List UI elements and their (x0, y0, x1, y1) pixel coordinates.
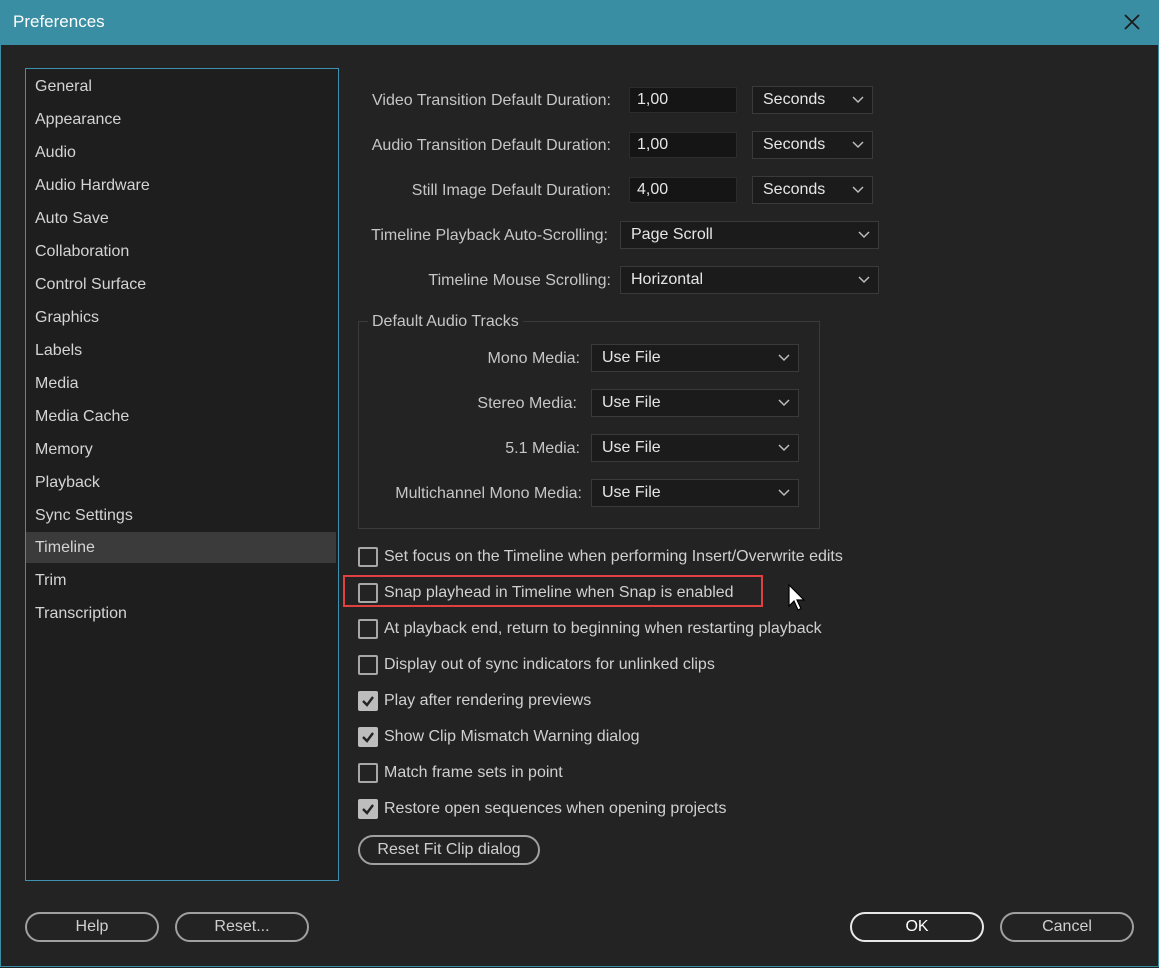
sidebar-item-collaboration[interactable]: Collaboration (26, 236, 336, 267)
chevron-down-icon (858, 276, 870, 284)
window-title: Preferences (13, 12, 105, 31)
checkbox-label: Match frame sets in point (384, 764, 563, 781)
sidebar-item-timeline[interactable]: Timeline (26, 532, 336, 563)
audio-transition-duration-field[interactable]: 1,00 (629, 132, 737, 158)
chevron-down-icon (778, 444, 790, 452)
video-transition-unit-dropdown[interactable]: Seconds (752, 86, 873, 114)
still-image-unit-dropdown[interactable]: Seconds (752, 176, 873, 204)
chevron-down-icon (778, 354, 790, 362)
sidebar-item-media[interactable]: Media (26, 368, 336, 399)
ok-button[interactable]: OK (850, 912, 984, 942)
still-image-duration-field[interactable]: 4,00 (629, 177, 737, 203)
video-transition-duration-field[interactable]: 1,00 (629, 87, 737, 113)
still-image-duration-label: Still Image Default Duration: (411, 182, 611, 199)
playback-auto-scrolling-dropdown[interactable]: Page Scroll (620, 221, 879, 249)
mono-media-label: Mono Media: (487, 350, 581, 367)
video-transition-duration-label: Video Transition Default Duration: (372, 92, 611, 109)
preferences-category-list: General Appearance Audio Audio Hardware … (25, 68, 339, 881)
chevron-down-icon (858, 231, 870, 239)
stereo-media-value: Use File (602, 394, 661, 411)
checkmark-icon (362, 732, 374, 743)
reset-button[interactable]: Reset... (175, 912, 309, 942)
multichannel-mono-media-dropdown[interactable]: Use File (591, 479, 799, 507)
sidebar-item-playback[interactable]: Playback (26, 467, 336, 498)
highlight-box (343, 575, 763, 607)
checkbox-label: Show Clip Mismatch Warning dialog (384, 728, 640, 745)
playback-auto-scrolling-value: Page Scroll (631, 226, 713, 243)
help-button[interactable]: Help (25, 912, 159, 942)
sidebar-item-trim[interactable]: Trim (26, 565, 336, 596)
sidebar-item-appearance[interactable]: Appearance (26, 104, 336, 135)
audio-transition-duration-label: Audio Transition Default Duration: (371, 137, 611, 154)
checkbox-match-frame[interactable] (358, 763, 378, 783)
five-one-media-value: Use File (602, 439, 661, 456)
sidebar-item-labels[interactable]: Labels (26, 335, 336, 366)
video-transition-unit-value: Seconds (763, 91, 826, 108)
checkmark-icon (362, 696, 374, 707)
audio-transition-unit-value: Seconds (763, 136, 826, 153)
reset-fit-clip-dialog-button[interactable]: Reset Fit Clip dialog (358, 835, 540, 865)
checkbox-out-of-sync[interactable] (358, 655, 378, 675)
close-icon[interactable] (1119, 9, 1145, 35)
sidebar-item-memory[interactable]: Memory (26, 434, 336, 465)
stereo-media-label: Stereo Media: (477, 395, 577, 412)
mouse-scrolling-dropdown[interactable]: Horizontal (620, 266, 879, 294)
checkbox-label: Set focus on the Timeline when performin… (384, 548, 843, 565)
checkbox-label: Display out of sync indicators for unlin… (384, 656, 715, 673)
chevron-down-icon (852, 96, 864, 104)
mouse-scrolling-label: Timeline Mouse Scrolling: (428, 272, 611, 289)
sidebar-item-transcription[interactable]: Transcription (26, 598, 336, 629)
playback-auto-scrolling-label: Timeline Playback Auto-Scrolling: (371, 227, 608, 244)
title-bar: Preferences (0, 0, 1159, 45)
checkbox-playback-end[interactable] (358, 619, 378, 639)
checkbox-clip-mismatch[interactable] (358, 727, 378, 747)
multichannel-mono-media-value: Use File (602, 484, 661, 501)
audio-transition-unit-dropdown[interactable]: Seconds (752, 131, 873, 159)
checkbox-label: Play after rendering previews (384, 692, 592, 709)
checkbox-play-after-rendering[interactable] (358, 691, 378, 711)
sidebar-item-audio[interactable]: Audio (26, 137, 336, 168)
mouse-cursor-icon (788, 584, 806, 611)
five-one-media-label: 5.1 Media: (505, 440, 580, 457)
chevron-down-icon (778, 399, 790, 407)
sidebar-item-auto-save[interactable]: Auto Save (26, 203, 336, 234)
checkbox-label: At playback end, return to beginning whe… (384, 620, 822, 637)
stereo-media-dropdown[interactable]: Use File (591, 389, 799, 417)
checkbox-restore-sequences[interactable] (358, 799, 378, 819)
mono-media-value: Use File (602, 349, 661, 366)
cancel-button[interactable]: Cancel (1000, 912, 1134, 942)
sidebar-item-media-cache[interactable]: Media Cache (26, 401, 336, 432)
sidebar-item-sync-settings[interactable]: Sync Settings (26, 500, 336, 531)
chevron-down-icon (852, 141, 864, 149)
chevron-down-icon (852, 186, 864, 194)
multichannel-mono-media-label: Multichannel Mono Media: (395, 485, 582, 502)
sidebar-item-graphics[interactable]: Graphics (26, 302, 336, 333)
mono-media-dropdown[interactable]: Use File (591, 344, 799, 372)
sidebar-item-audio-hardware[interactable]: Audio Hardware (26, 170, 336, 201)
chevron-down-icon (778, 489, 790, 497)
still-image-unit-value: Seconds (763, 181, 826, 198)
checkbox-set-focus[interactable] (358, 547, 378, 567)
sidebar-item-control-surface[interactable]: Control Surface (26, 269, 336, 300)
default-audio-tracks-title: Default Audio Tracks (368, 313, 523, 331)
five-one-media-dropdown[interactable]: Use File (591, 434, 799, 462)
checkmark-icon (362, 804, 374, 815)
sidebar-item-general[interactable]: General (26, 71, 336, 102)
checkbox-label: Restore open sequences when opening proj… (384, 800, 727, 817)
mouse-scrolling-value: Horizontal (631, 271, 704, 288)
